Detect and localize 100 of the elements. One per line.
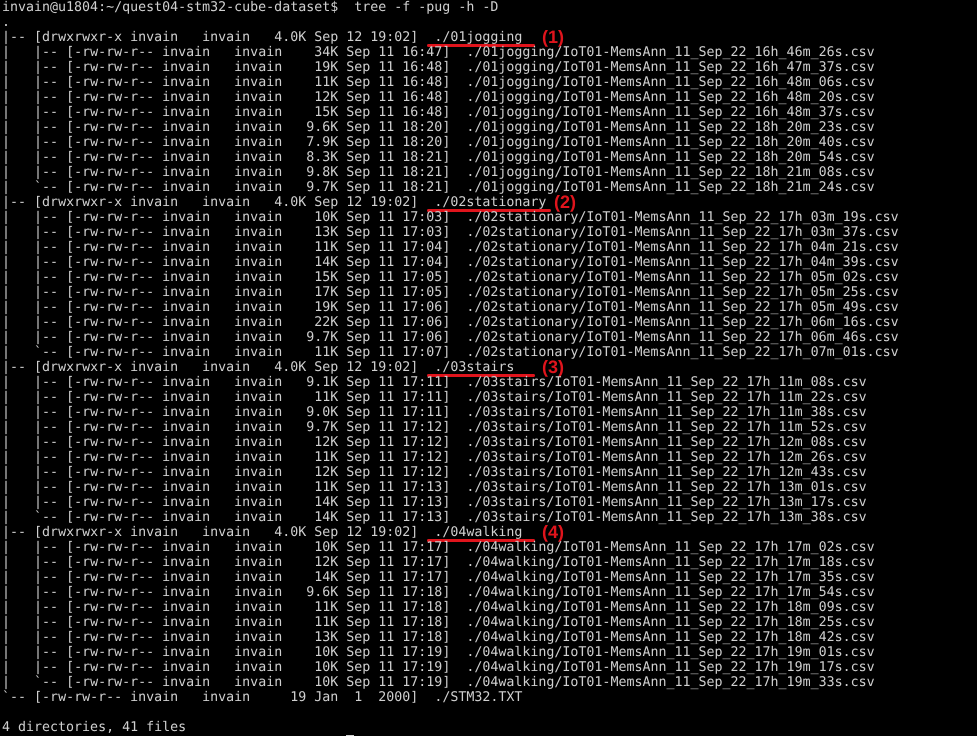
tree-branch: | |-- (2, 330, 58, 345)
tree-branch: | |-- (2, 75, 58, 90)
file-path: ./04walking/IoT01-MemsAnn_11_Sep_22_17h_19m_17s.csv (466, 660, 875, 675)
file-path: ./03stairs/IoT01-MemsAnn_11_Sep_22_17h_11m_52s.csv (466, 420, 867, 435)
tree-branch: | |-- (2, 600, 58, 615)
file-info: [-rw-rw-r-- invain invain 34K Sep 11 16:47] (66, 45, 450, 60)
file-path: ./02stationary/IoT01-MemsAnn_11_Sep_22_17h_05m_25s.csv (466, 285, 899, 300)
file-info: [-rw-rw-r-- invain invain 10K Sep 11 17:03] (66, 210, 450, 225)
file-info: [-rw-rw-r-- invain invain 10K Sep 11 17:19] (66, 660, 450, 675)
file-info: [-rw-rw-r-- invain invain 11K Sep 11 17:11] (66, 390, 450, 405)
tree-branch: | |-- (2, 450, 58, 465)
file-path: ./03stairs/IoT01-MemsAnn_11_Sep_22_17h_11m_38s.csv (466, 405, 867, 420)
file-info: [-rw-rw-r-- invain invain 11K Sep 11 17:18] (66, 600, 450, 615)
annotation-number: (2) (554, 195, 576, 210)
tree-branch: | `-- (2, 345, 58, 360)
file-path: ./04walking/IoT01-MemsAnn_11_Sep_22_17h_19m_01s.csv (466, 645, 875, 660)
file-path: ./01jogging/IoT01-MemsAnn_11_Sep_22_18h_20m_40s.csv (466, 135, 875, 150)
tree-branch: | |-- (2, 480, 58, 495)
file-info: [-rw-rw-r-- invain invain 15K Sep 11 17:05] (66, 270, 450, 285)
file-info: [-rw-rw-r-- invain invain 9.7K Sep 11 17:06] (66, 330, 450, 345)
tree-branch: | |-- (2, 465, 58, 480)
file-info: [-rw-rw-r-- invain invain 14K Sep 11 17:13] (66, 510, 450, 525)
file-path: ./03stairs (434, 360, 514, 375)
tree-branch: |-- (2, 525, 26, 540)
tree-branch: | |-- (2, 375, 58, 390)
file-info: [-rw-rw-r-- invain invain 14K Sep 11 17:17] (66, 570, 450, 585)
tree-branch: | |-- (2, 555, 58, 570)
file-info: [-rw-rw-r-- invain invain 8.3K Sep 11 18:21] (66, 150, 450, 165)
annotation-number: (4) (542, 525, 564, 540)
file-info: [-rw-rw-r-- invain invain 9.1K Sep 11 17:11] (66, 375, 450, 390)
file-path: ./02stationary/IoT01-MemsAnn_11_Sep_22_17h_05m_49s.csv (466, 300, 899, 315)
file-path: ./01jogging/IoT01-MemsAnn_11_Sep_22_16h_46m_26s.csv (466, 45, 875, 60)
file-path: ./02stationary/IoT01-MemsAnn_11_Sep_22_17h_04m_39s.csv (466, 255, 899, 270)
annotation-number: (3) (542, 360, 564, 375)
file-path: ./04walking/IoT01-MemsAnn_11_Sep_22_17h_17m_35s.csv (466, 570, 875, 585)
file-info: [-rw-rw-r-- invain invain 19 Jan 1 2000] (34, 690, 418, 705)
file-info: [-rw-rw-r-- invain invain 13K Sep 11 17:18] (66, 630, 450, 645)
tree-branch: | |-- (2, 150, 58, 165)
file-info: [-rw-rw-r-- invain invain 12K Sep 11 17:12] (66, 465, 450, 480)
file-info: [drwxrwxr-x invain invain 4.0K Sep 12 19:02] (34, 360, 418, 375)
file-info: [-rw-rw-r-- invain invain 15K Sep 11 16:48] (66, 105, 450, 120)
file-info: [-rw-rw-r-- invain invain 12K Sep 11 17:12] (66, 435, 450, 450)
tree-branch: | `-- (2, 510, 58, 525)
file-info: [-rw-rw-r-- invain invain 12K Sep 11 17:17] (66, 555, 450, 570)
tree-root: . (2, 15, 10, 30)
file-info: [-rw-rw-r-- invain invain 11K Sep 11 17:04] (66, 240, 450, 255)
tree-branch: | |-- (2, 300, 58, 315)
tree-branch: | |-- (2, 645, 58, 660)
file-path: ./03stairs/IoT01-MemsAnn_11_Sep_22_17h_13m_01s.csv (466, 480, 867, 495)
file-info: [-rw-rw-r-- invain invain 10K Sep 11 17:19] (66, 675, 450, 690)
file-path: ./STM32.TXT (434, 690, 522, 705)
file-path: ./01jogging/IoT01-MemsAnn_11_Sep_22_18h_21m_24s.csv (466, 180, 875, 195)
file-info: [-rw-rw-r-- invain invain 11K Sep 11 17:18] (66, 615, 450, 630)
file-info: [-rw-rw-r-- invain invain 10K Sep 11 17:17] (66, 540, 450, 555)
file-path: ./03stairs/IoT01-MemsAnn_11_Sep_22_17h_11m_22s.csv (466, 390, 867, 405)
file-path: ./02stationary/IoT01-MemsAnn_11_Sep_22_17h_06m_16s.csv (466, 315, 899, 330)
file-path: ./03stairs/IoT01-MemsAnn_11_Sep_22_17h_12m_26s.csv (466, 450, 867, 465)
tree-branch: | |-- (2, 495, 58, 510)
file-path: ./02stationary/IoT01-MemsAnn_11_Sep_22_17h_06m_46s.csv (466, 330, 899, 345)
tree-branch: | |-- (2, 270, 58, 285)
tree-branch: | |-- (2, 135, 58, 150)
file-path: ./01jogging (434, 30, 522, 45)
file-info: [-rw-rw-r-- invain invain 13K Sep 11 17:03] (66, 225, 450, 240)
file-info: [-rw-rw-r-- invain invain 9.8K Sep 11 18:21] (66, 165, 450, 180)
file-path: ./04walking/IoT01-MemsAnn_11_Sep_22_17h_18m_09s.csv (466, 600, 875, 615)
file-info: [-rw-rw-r-- invain invain 11K Sep 11 17:07] (66, 345, 450, 360)
file-path: ./03stairs/IoT01-MemsAnn_11_Sep_22_17h_13m_17s.csv (466, 495, 867, 510)
file-path: ./04walking/IoT01-MemsAnn_11_Sep_22_17h_17m_02s.csv (466, 540, 875, 555)
file-path: ./01jogging/IoT01-MemsAnn_11_Sep_22_18h_21m_08s.csv (466, 165, 875, 180)
file-path: ./04walking/IoT01-MemsAnn_11_Sep_22_17h_17m_54s.csv (466, 585, 875, 600)
file-info: [-rw-rw-r-- invain invain 14K Sep 11 17:13] (66, 495, 450, 510)
file-path: ./02stationary/IoT01-MemsAnn_11_Sep_22_17h_03m_37s.csv (466, 225, 899, 240)
file-path: ./02stationary/IoT01-MemsAnn_11_Sep_22_17h_04m_21s.csv (466, 240, 899, 255)
shell-prompt: invain@u1804:~/quest04-stm32-cube-dataset$ (2, 0, 338, 15)
tree-branch: | |-- (2, 390, 58, 405)
tree-branch: | |-- (2, 210, 58, 225)
file-info: [-rw-rw-r-- invain invain 11K Sep 11 16:48] (66, 75, 450, 90)
file-path: ./02stationary/IoT01-MemsAnn_11_Sep_22_17h_05m_02s.csv (466, 270, 899, 285)
tree-branch: | |-- (2, 630, 58, 645)
tree-branch: | |-- (2, 165, 58, 180)
file-path: ./04walking/IoT01-MemsAnn_11_Sep_22_17h_17m_18s.csv (466, 555, 875, 570)
file-info: [-rw-rw-r-- invain invain 17K Sep 11 17:05] (66, 285, 450, 300)
file-path: ./01jogging/IoT01-MemsAnn_11_Sep_22_16h_47m_37s.csv (466, 60, 875, 75)
tree-branch: | `-- (2, 675, 58, 690)
text-cursor (346, 735, 354, 736)
file-info: [-rw-rw-r-- invain invain 10K Sep 11 17:19] (66, 645, 450, 660)
file-info: [-rw-rw-r-- invain invain 9.7K Sep 11 18:21] (66, 180, 450, 195)
file-info: [-rw-rw-r-- invain invain 9.6K Sep 11 17:18] (66, 585, 450, 600)
tree-branch: | |-- (2, 240, 58, 255)
tree-branch: | |-- (2, 45, 58, 60)
file-info: [-rw-rw-r-- invain invain 9.0K Sep 11 17:11] (66, 405, 450, 420)
file-info: [-rw-rw-r-- invain invain 19K Sep 11 16:48] (66, 60, 450, 75)
file-info: [-rw-rw-r-- invain invain 11K Sep 11 17:12] (66, 450, 450, 465)
file-path: ./02stationary (434, 195, 546, 210)
file-path: ./01jogging/IoT01-MemsAnn_11_Sep_22_16h_48m_06s.csv (466, 75, 875, 90)
tree-branch: | |-- (2, 285, 58, 300)
file-path: ./01jogging/IoT01-MemsAnn_11_Sep_22_18h_20m_23s.csv (466, 120, 875, 135)
file-info: [-rw-rw-r-- invain invain 14K Sep 11 17:04] (66, 255, 450, 270)
tree-branch: `-- (2, 690, 26, 705)
file-info: [-rw-rw-r-- invain invain 9.7K Sep 11 17:12] (66, 420, 450, 435)
